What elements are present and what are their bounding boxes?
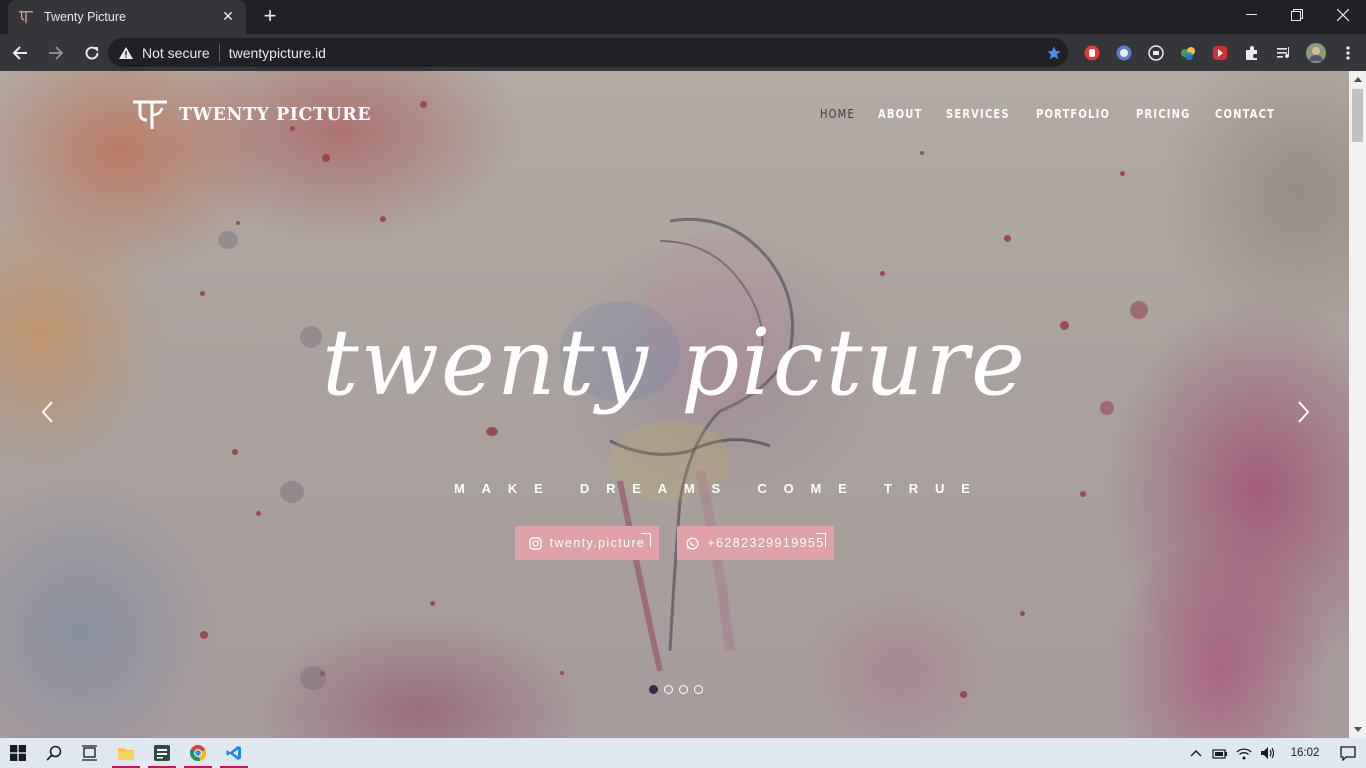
extension-blue-circle-icon[interactable] [1108, 38, 1140, 67]
button-corner-decoration [816, 533, 826, 547]
scroll-up-arrow-icon[interactable] [1349, 71, 1366, 88]
carousel-dot-4[interactable] [694, 685, 703, 694]
hero-tagline: MAKE DREAMS COME TRUE [454, 481, 987, 496]
minimize-button[interactable] [1228, 0, 1274, 30]
twenty-picture-logo-icon [133, 100, 167, 129]
carousel-indicators [649, 685, 703, 694]
twenty-picture-favicon-icon [18, 9, 34, 25]
tab-close-icon[interactable]: ✕ [220, 9, 236, 25]
profile-avatar[interactable] [1300, 38, 1332, 67]
browser-toolbar: Not secure twentypicture.id [0, 34, 1366, 71]
close-window-button[interactable] [1320, 0, 1366, 30]
security-label: Not secure [142, 44, 210, 61]
back-button[interactable] [4, 37, 36, 69]
whatsapp-button[interactable]: +6282329919955 [677, 526, 834, 560]
notification-center-button[interactable] [1330, 738, 1366, 768]
search-icon [46, 745, 62, 761]
omnibox-divider [218, 43, 220, 62]
search-button[interactable] [36, 738, 72, 768]
tab-title: Twenty Picture [44, 10, 126, 24]
nav-home[interactable]: HOME [820, 107, 855, 121]
terminal-app-icon [154, 745, 170, 761]
page-scrollbar[interactable] [1349, 71, 1366, 738]
window-controls [1228, 0, 1366, 34]
nav-services[interactable]: SERVICES [946, 107, 1010, 121]
instagram-icon [528, 536, 542, 550]
nav-pricing[interactable]: PRICING [1136, 107, 1190, 121]
battery-icon[interactable] [1208, 738, 1232, 768]
task-view-button[interactable] [72, 738, 108, 768]
extensions-bar [1076, 38, 1364, 67]
security-indicator[interactable]: Not secure [118, 45, 210, 61]
extension-media-icon[interactable] [1140, 38, 1172, 67]
system-tray: 16:02 [1184, 738, 1366, 768]
windows-logo-icon [10, 745, 26, 761]
restore-button[interactable] [1274, 0, 1320, 30]
whatsapp-icon [686, 536, 699, 550]
new-tab-button[interactable]: + [258, 5, 282, 29]
start-button[interactable] [0, 738, 36, 768]
warning-icon [119, 46, 133, 59]
extension-red-hand-icon[interactable] [1076, 38, 1108, 67]
extension-colorful-icon[interactable] [1172, 38, 1204, 67]
notification-icon [1340, 745, 1356, 761]
extension-red-play-icon[interactable] [1204, 38, 1236, 67]
page-viewport: TWENTY PICTURE HOME ABOUT SERVICES PORTF… [0, 71, 1349, 738]
instagram-label: twenty.picture [549, 536, 646, 550]
bookmark-star-icon[interactable] [1040, 45, 1068, 61]
address-bar[interactable]: Not secure twentypicture.id [108, 38, 1068, 67]
site-logo-text: TWENTY PICTURE [179, 105, 372, 125]
whatsapp-label: +6282329919955 [707, 536, 825, 550]
taskbar-terminal-app[interactable] [144, 738, 180, 768]
watercolor-face-illustration [560, 217, 794, 672]
main-nav: HOME ABOUT SERVICES PORTFOLIO PRICING CO… [820, 107, 1281, 121]
system-clock[interactable]: 16:02 [1280, 747, 1330, 759]
taskbar-vscode[interactable] [216, 738, 252, 768]
nav-about[interactable]: ABOUT [878, 107, 923, 121]
windows-taskbar: 16:02 [0, 738, 1366, 768]
chrome-icon [190, 745, 206, 761]
carousel-prev-arrow-icon[interactable] [37, 399, 59, 425]
volume-icon[interactable] [1256, 738, 1280, 768]
browser-tab[interactable]: Twenty Picture ✕ [8, 0, 246, 34]
scrollbar-thumb[interactable] [1352, 89, 1363, 142]
forward-button[interactable] [40, 37, 72, 69]
browser-tabstrip: Twenty Picture ✕ + [0, 0, 1366, 34]
task-view-icon [82, 745, 97, 761]
tray-overflow-chevron-icon[interactable] [1184, 738, 1208, 768]
site-header: TWENTY PICTURE HOME ABOUT SERVICES PORTF… [0, 71, 1349, 161]
wifi-icon[interactable] [1232, 738, 1256, 768]
url-text[interactable]: twentypicture.id [229, 45, 1040, 61]
carousel-dot-3[interactable] [679, 685, 688, 694]
vscode-icon [226, 746, 241, 760]
reload-button[interactable] [76, 37, 108, 69]
media-queue-icon[interactable] [1268, 38, 1300, 67]
carousel-next-arrow-icon[interactable] [1292, 399, 1314, 425]
browser-menu-icon[interactable] [1332, 38, 1364, 67]
taskbar-file-explorer[interactable] [108, 738, 144, 768]
nav-portfolio[interactable]: PORTFOLIO [1036, 107, 1110, 121]
scroll-down-arrow-icon[interactable] [1349, 721, 1366, 738]
nav-contact[interactable]: CONTACT [1215, 107, 1275, 121]
site-logo[interactable]: TWENTY PICTURE [132, 99, 371, 131]
carousel-dot-1[interactable] [649, 685, 658, 694]
hero-script-title: twenty picture [322, 309, 1027, 416]
extensions-puzzle-icon[interactable] [1236, 38, 1268, 67]
hero-script-title-text: twenty picture [322, 309, 1027, 416]
folder-icon [118, 748, 134, 760]
instagram-button[interactable]: twenty.picture [515, 526, 659, 560]
carousel-dot-2[interactable] [664, 685, 673, 694]
taskbar-chrome[interactable] [180, 738, 216, 768]
button-corner-decoration [641, 533, 651, 547]
